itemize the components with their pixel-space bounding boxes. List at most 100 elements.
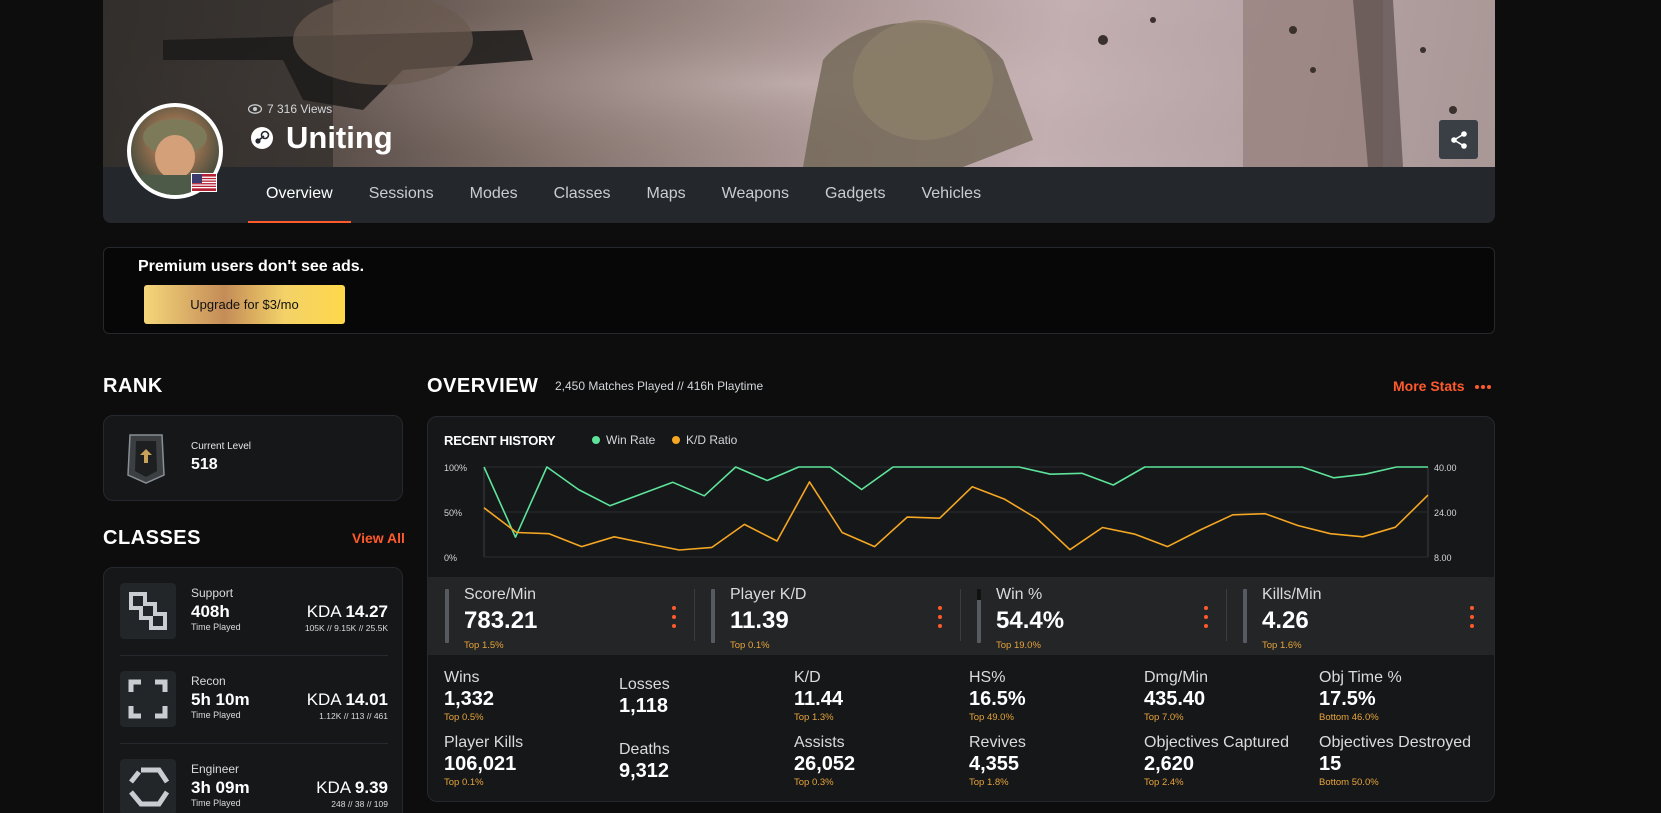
matches-summary: 2,450 Matches Played // 416h Playtime [555, 379, 764, 393]
class-time: 3h 09m [191, 778, 250, 797]
stat-rank: Top 0.5% [444, 712, 484, 723]
stat-value: 1,332 [444, 688, 495, 710]
tab-gadgets[interactable]: Gadgets [807, 167, 903, 223]
upgrade-button[interactable]: Upgrade for $3/mo [144, 285, 345, 324]
recent-history-chart: 100% 40.00 50% 24.00 0% 8.00 [444, 463, 1457, 563]
promo-text: Premium users don't see ads. [138, 258, 365, 275]
kpi-value: 4.26 [1262, 607, 1309, 634]
tab-maps[interactable]: Maps [629, 167, 704, 223]
divider [1226, 589, 1227, 641]
engineer-class-icon [120, 759, 176, 813]
kda-label: KDA [306, 602, 341, 621]
tab-classes[interactable]: Classes [536, 167, 629, 223]
class-kda: KDA 9.39 [316, 778, 388, 798]
class-row-support[interactable]: Support 408h Time Played KDA 14.27 105K … [104, 568, 404, 656]
stat-label: Obj Time % [1319, 669, 1402, 686]
kpi-bar [711, 589, 715, 643]
stat-label: Objectives Captured [1144, 734, 1289, 751]
premium-promo: Premium users don't see ads. Upgrade for… [103, 247, 1495, 334]
class-row-recon[interactable]: Recon 5h 10m Time Played KDA 14.01 1.12K… [104, 656, 404, 744]
player-name: Uniting [286, 120, 393, 155]
stat-label: Assists [794, 734, 845, 751]
class-kda: KDA 14.01 [307, 690, 388, 710]
legend-label: K/D Ratio [686, 433, 738, 447]
kpi-strip: Score/Min 783.21 Top 1.5% Player K/D 11.… [428, 577, 1494, 655]
y-tick-left: 50% [444, 508, 462, 518]
tab-modes[interactable]: Modes [452, 167, 536, 223]
stat-kd: K/D 11.44 Top 1.3% [794, 669, 964, 723]
kpi-label: Kills/Min [1262, 586, 1322, 603]
stat-rank: Top 1.8% [969, 777, 1009, 788]
rank-badge-icon [126, 431, 166, 490]
y-tick-right: 40.00 [1434, 463, 1457, 473]
more-stats-link[interactable]: More Stats [1393, 378, 1492, 394]
kpi-player-kd: Player K/D 11.39 Top 0.1% [694, 577, 960, 655]
stat-rank: Top 0.3% [794, 777, 834, 788]
stat-value: 435.40 [1144, 688, 1206, 710]
tab-weapons[interactable]: Weapons [704, 167, 807, 223]
stat-label: Losses [619, 676, 670, 693]
legend-kd-ratio: K/D Ratio [672, 433, 737, 447]
eye-icon [248, 104, 262, 114]
recon-class-icon [120, 671, 176, 727]
kpi-bar [1243, 589, 1247, 643]
kpi-bar [977, 589, 981, 643]
kpi-value: 11.39 [730, 607, 789, 634]
stat-objectives-captured: Objectives Captured 2,620 Top 2.4% [1144, 734, 1314, 788]
views-count: 7 316 Views [248, 102, 332, 116]
stat-obj-time: Obj Time % 17.5% Bottom 46.0% [1319, 669, 1489, 723]
stat-wins: Wins 1,332 Top 0.5% [444, 669, 614, 723]
tab-vehicles[interactable]: Vehicles [903, 167, 999, 223]
stat-assists: Assists 26,052 Top 0.3% [794, 734, 964, 788]
class-row-engineer[interactable]: Engineer 3h 09m Time Played KDA 9.39 248… [104, 744, 404, 813]
stat-revives: Revives 4,355 Top 1.8% [969, 734, 1139, 788]
kebab-menu-icon[interactable] [672, 605, 676, 629]
class-name: Support [191, 586, 234, 600]
classes-card: Support 408h Time Played KDA 14.27 105K … [103, 567, 403, 813]
stat-losses: Losses 1,118 [619, 676, 789, 718]
class-time: 5h 10m [191, 690, 250, 709]
stat-label: Dmg/Min [1144, 669, 1209, 686]
kebab-menu-icon[interactable] [1204, 605, 1208, 629]
stat-label: HS% [969, 669, 1006, 686]
stat-value: 4,355 [969, 753, 1020, 775]
rank-card: Current Level 518 [103, 415, 403, 501]
legend-swatch [672, 436, 680, 444]
kpi-label: Score/Min [464, 586, 537, 603]
stat-label: Wins [444, 669, 480, 686]
class-time: 408h [191, 602, 230, 621]
us-flag-icon [191, 173, 217, 192]
kpi-rank: Top 1.6% [1262, 640, 1302, 651]
kpi-rank: Top 19.0% [996, 640, 1041, 651]
kebab-menu-icon[interactable] [938, 605, 942, 629]
more-stats-label: More Stats [1393, 378, 1465, 394]
class-time-label: Time Played [191, 710, 241, 720]
kpi-label: Win % [996, 586, 1043, 603]
kda-value: 9.39 [354, 778, 388, 797]
view-all-link[interactable]: View All [352, 530, 405, 546]
stat-label: Player Kills [444, 734, 524, 751]
kpi-label: Player K/D [730, 586, 807, 603]
kda-value: 14.27 [345, 602, 388, 621]
tab-sessions[interactable]: Sessions [351, 167, 452, 223]
kpi-value: 783.21 [464, 607, 538, 634]
stat-value: 17.5% [1319, 688, 1376, 710]
views-text: 7 316 Views [267, 102, 333, 116]
tab-overview[interactable]: Overview [248, 167, 351, 223]
y-tick-right: 8.00 [1434, 553, 1452, 563]
stat-value: 9,312 [619, 760, 670, 782]
kd-ratio-line [483, 481, 1429, 551]
stat-player-kills: Player Kills 106,021 Top 0.1% [444, 734, 614, 788]
class-time-label: Time Played [191, 798, 241, 808]
profile-tabs: Overview Sessions Modes Classes Maps Wea… [248, 167, 999, 223]
kebab-menu-icon[interactable] [1470, 605, 1474, 629]
stat-label: Objectives Destroyed [1319, 734, 1472, 751]
stat-rank: Bottom 50.0% [1319, 777, 1379, 788]
class-time-label: Time Played [191, 622, 241, 632]
stat-label: K/D [794, 669, 821, 686]
stat-value: 15 [1319, 753, 1342, 775]
stat-value: 11.44 [794, 688, 843, 710]
share-button[interactable] [1439, 120, 1478, 159]
stat-rank: Top 1.3% [794, 712, 834, 723]
legend-swatch [592, 436, 600, 444]
